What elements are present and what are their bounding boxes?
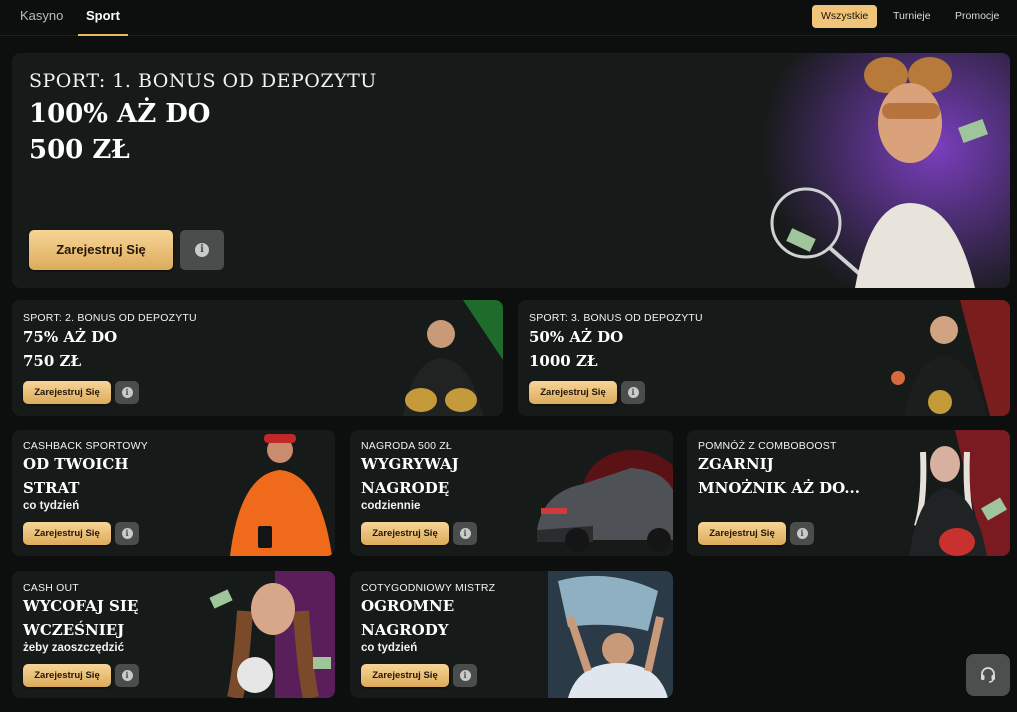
promo-info-button[interactable]: i (621, 381, 645, 404)
promo-subtext: co tydzień (361, 642, 418, 654)
promo-illustration (548, 571, 673, 698)
promo-register-button[interactable]: Zarejestruj Się (361, 664, 449, 687)
promo-line1: 50% AŻ DO (529, 328, 624, 346)
filter-tournaments[interactable]: Turnieje (884, 5, 940, 28)
info-icon: i (627, 387, 639, 398)
promo-illustration (373, 300, 503, 416)
promo-subtext: codziennie (361, 500, 421, 512)
hero-promo-card: SPORT: 1. BONUS OD DEPOZYTU 100% AŻ DO 5… (12, 53, 1010, 288)
promo-register-button[interactable]: Zarejestruj Się (698, 522, 786, 545)
promo-line1: WYGRYWAJ (361, 455, 459, 473)
promo-line2: WCZEŚNIEJ (23, 621, 125, 639)
promo-register-button[interactable]: Zarejestruj Się (23, 664, 111, 687)
promo-line1: 75% AŻ DO (23, 328, 118, 346)
promo-line1: ZGARNIJ (698, 455, 774, 473)
hero-kicker: SPORT: 1. BONUS OD DEPOZYTU (29, 70, 377, 92)
promo-card: SPORT: 2. BONUS OD DEPOZYTU 75% AŻ DO 75… (12, 300, 503, 416)
promo-register-button[interactable]: Zarejestruj Się (361, 522, 449, 545)
tab-kasyno[interactable]: Kasyno (20, 0, 63, 36)
promo-info-button[interactable]: i (453, 664, 477, 687)
info-icon: i (195, 243, 209, 257)
promo-illustration (533, 430, 673, 556)
promo-illustration (880, 300, 1010, 416)
info-icon: i (121, 387, 133, 398)
promo-subtext: co tydzień (23, 500, 80, 512)
promo-subtext: żeby zaoszczędzić (23, 642, 124, 654)
info-icon: i (121, 670, 133, 681)
promo-line1: OD TWOICH (23, 455, 129, 473)
info-icon: i (459, 528, 471, 539)
filter-all[interactable]: Wszystkie (812, 5, 878, 28)
promo-line2: NAGRODĘ (361, 479, 450, 497)
promo-card: CASH OUT WYCOFAJ SIĘ WCZEŚNIEJ żeby zaos… (12, 571, 335, 698)
promo-register-button[interactable]: Zarejestruj Się (529, 381, 617, 404)
hero-headline-line2: 500 ZŁ (29, 135, 130, 165)
headset-icon (981, 667, 995, 683)
promo-card: COTYGODNIOWY MISTRZ OGROMNE NAGRODY co t… (350, 571, 673, 698)
support-button[interactable] (966, 654, 1010, 696)
promo-kicker: CASH OUT (23, 582, 79, 594)
promo-info-button[interactable]: i (453, 522, 477, 545)
promo-card: SPORT: 3. BONUS OD DEPOZYTU 50% AŻ DO 10… (518, 300, 1010, 416)
promo-kicker: SPORT: 2. BONUS OD DEPOZYTU (23, 312, 197, 324)
promo-kicker: POMNÓŻ Z COMBOBOOST (698, 440, 837, 452)
promo-kicker: CASHBACK SPORTOWY (23, 440, 148, 452)
info-icon: i (459, 670, 471, 681)
promo-illustration (205, 571, 335, 698)
filter-promotions[interactable]: Promocje (946, 5, 1008, 28)
promo-register-button[interactable]: Zarejestruj Się (23, 522, 111, 545)
promo-register-button[interactable]: Zarejestruj Się (23, 381, 111, 404)
promo-card: NAGRODA 500 ZŁ WYGRYWAJ NAGRODĘ codzienn… (350, 430, 673, 556)
promo-card: POMNÓŻ Z COMBOBOOST ZGARNIJ MNOŻNIK AŻ D… (687, 430, 1010, 556)
info-icon: i (121, 528, 133, 539)
top-nav: Kasyno Sport Wszystkie Turnieje Promocje (0, 0, 1017, 36)
promo-line2: 1000 ZŁ (529, 352, 598, 370)
promo-info-button[interactable]: i (115, 664, 139, 687)
promo-line2: NAGRODY (361, 621, 449, 639)
promo-kicker: SPORT: 3. BONUS OD DEPOZYTU (529, 312, 703, 324)
promo-info-button[interactable]: i (790, 522, 814, 545)
hero-headline-line1: 100% AŻ DO (29, 99, 211, 129)
hero-register-button[interactable]: Zarejestruj Się (29, 230, 173, 270)
promo-line2: STRAT (23, 479, 80, 497)
hero-illustration (760, 53, 1010, 288)
promo-line1: WYCOFAJ SIĘ (23, 597, 139, 615)
promo-kicker: NAGRODA 500 ZŁ (361, 440, 452, 452)
hero-info-button[interactable]: i (180, 230, 224, 270)
tab-sport[interactable]: Sport (78, 0, 128, 36)
promo-illustration (220, 430, 335, 556)
promo-line2: MNOŻNIK AŻ DO... (698, 479, 860, 497)
promo-info-button[interactable]: i (115, 381, 139, 404)
promo-kicker: COTYGODNIOWY MISTRZ (361, 582, 496, 594)
promo-line1: OGROMNE (361, 597, 455, 615)
promo-card: CASHBACK SPORTOWY OD TWOICH STRAT co tyd… (12, 430, 335, 556)
promo-info-button[interactable]: i (115, 522, 139, 545)
promo-line2: 750 ZŁ (23, 352, 82, 370)
info-icon: i (796, 528, 808, 539)
promo-illustration (895, 430, 1010, 556)
